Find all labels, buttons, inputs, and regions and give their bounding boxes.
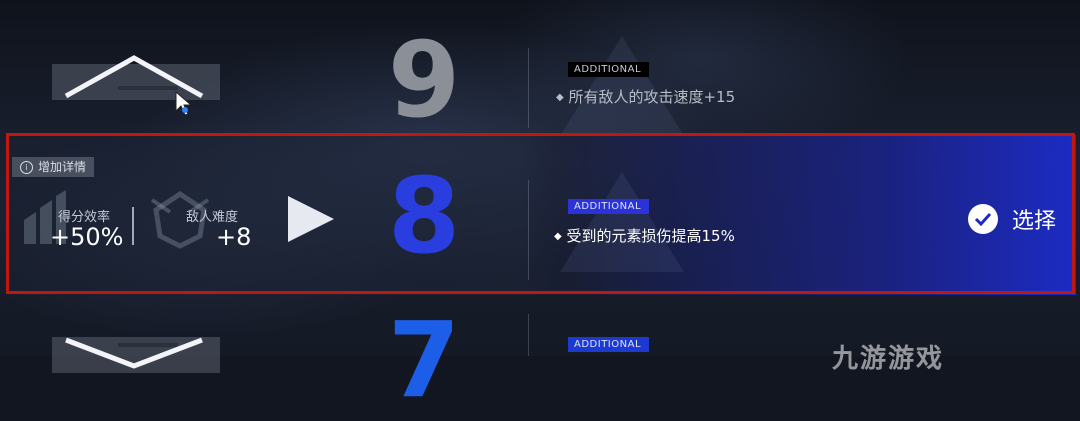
level-number: 7 <box>387 299 461 421</box>
effect-label: 所有敌人的攻击速度+15 <box>568 88 736 106</box>
selection-highlight <box>6 133 1075 294</box>
bullet-icon: ◆ <box>556 92 564 103</box>
level-number: 9 <box>387 19 461 141</box>
watermark: 九游游戏 <box>832 344 945 374</box>
chevron-down-icon[interactable] <box>62 336 222 376</box>
effect-text: ◆ 所有敌人的攻击速度+15 <box>556 86 735 107</box>
cursor-icon <box>175 91 193 116</box>
additional-tag: ADDITIONAL <box>568 62 650 77</box>
chevron-up-icon[interactable] <box>62 52 222 102</box>
additional-tag: ADDITIONAL <box>568 337 650 352</box>
divider <box>528 48 529 128</box>
divider <box>528 314 529 356</box>
